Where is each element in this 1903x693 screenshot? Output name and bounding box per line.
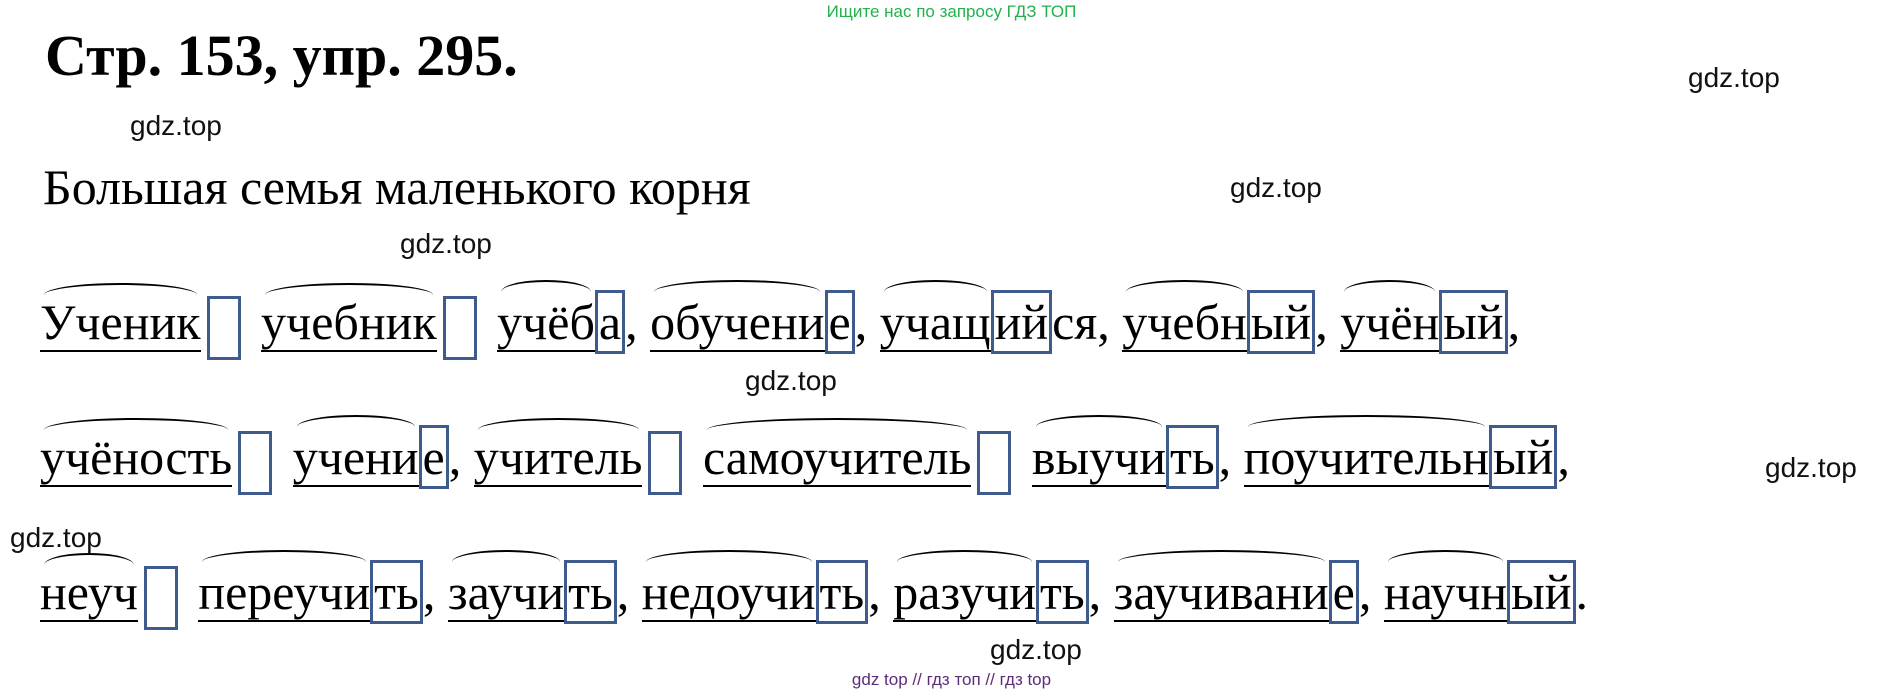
punctuation: .	[1575, 564, 1589, 620]
parsed-word: учебник	[261, 283, 485, 360]
parsed-word: заучивани е,	[1113, 550, 1372, 624]
root-arc-mark	[1126, 280, 1244, 304]
root-arc-mark	[1117, 550, 1325, 574]
punctuation: ,	[448, 429, 462, 485]
watermark: gdz.top	[990, 634, 1082, 665]
postfix: ся	[1052, 294, 1098, 350]
parsed-word: недоучи ть,	[641, 550, 881, 624]
word-ending-box: ый	[1507, 560, 1576, 624]
root-arc-mark	[1387, 550, 1503, 574]
root-arc-mark	[44, 283, 197, 307]
root-arc-mark	[296, 415, 415, 439]
parsed-word: учитель	[473, 418, 691, 495]
root-arc-mark	[897, 550, 1033, 574]
punctuation: ,	[1507, 294, 1521, 350]
watermark: gdz.top	[1230, 172, 1322, 203]
parsed-word: научн ый.	[1383, 550, 1589, 624]
parsed-word: учёб а,	[497, 280, 638, 354]
root-arc-mark	[265, 283, 434, 307]
punctuation: ,	[1097, 294, 1110, 350]
root-arc-mark	[44, 418, 228, 442]
word-ending-box: ть	[1036, 560, 1089, 624]
root-arc-mark	[645, 550, 812, 574]
parsed-word: Ученик	[40, 283, 249, 360]
parsed-word: учебн ый,	[1122, 280, 1328, 354]
top-note: Ищите нас по запросу ГДЗ ТОП	[826, 2, 1077, 21]
root-arc-mark	[501, 280, 592, 304]
punctuation: ,	[1358, 564, 1372, 620]
root-arc-mark	[451, 550, 560, 574]
parsed-word: неуч	[40, 553, 186, 630]
punctuation: ,	[422, 564, 436, 620]
parsed-word: учащ ийся,	[879, 280, 1110, 354]
word-ending-box: ый	[1488, 425, 1558, 489]
watermark: gdz.top	[400, 228, 492, 259]
parsed-word: учени е,	[292, 415, 462, 489]
punctuation: ,	[625, 294, 638, 350]
word-ending-box: ий	[990, 290, 1053, 354]
root-arc-mark	[1247, 415, 1485, 439]
bottom-note: gdz top // гдз топ // гдз top	[851, 670, 1052, 689]
zero-ending-box	[238, 430, 273, 495]
punctuation: ,	[868, 564, 881, 620]
zero-ending-box	[977, 430, 1012, 495]
parsed-word: учёность	[40, 418, 280, 495]
word-ending-box: ть	[370, 560, 423, 624]
watermark: gdz.top	[10, 522, 102, 553]
root-arc-mark	[654, 280, 821, 304]
parsed-word: учён ый,	[1340, 280, 1521, 354]
word-ending-box: ый	[1246, 290, 1316, 354]
zero-ending-box	[442, 295, 477, 360]
zero-ending-box	[648, 430, 683, 495]
parsed-word: переучи ть,	[198, 550, 436, 624]
root-arc-mark	[883, 280, 987, 304]
word-line-1: Ученик учебник учёб а, обучени е, учащ ийся…	[40, 280, 1521, 360]
punctuation: ,	[1315, 294, 1328, 350]
parsed-word: поучительн ый,	[1243, 415, 1570, 489]
watermark: gdz.top	[745, 365, 837, 396]
root-arc-mark	[477, 418, 639, 442]
parsed-word: выучи ть,	[1031, 415, 1232, 489]
page-heading: Стр. 153, упр. 295.	[45, 23, 518, 88]
word-ending-box: ть	[564, 560, 617, 624]
watermark: gdz.top	[130, 110, 222, 141]
zero-ending-box	[143, 565, 178, 630]
root-arc-mark	[202, 550, 367, 574]
punctuation: ,	[1557, 429, 1570, 485]
root-arc-mark	[706, 418, 967, 442]
exercise-title: Большая семья маленького корня	[43, 159, 751, 215]
word-ending-box: ть	[1166, 425, 1219, 489]
word-line-2: учёность учени е, учитель самоучитель выу…	[40, 415, 1570, 495]
parsed-word: заучи ть,	[447, 550, 630, 624]
word-ending-box: ый	[1439, 290, 1508, 354]
root-arc-mark	[44, 553, 134, 577]
word-line-3: неуч переучи ть, заучи ть, недоучи ть, разу…	[40, 550, 1589, 630]
word-ending-box: е	[1328, 560, 1359, 624]
parsed-word: обучени е,	[650, 280, 868, 354]
zero-ending-box	[206, 295, 241, 360]
root-arc-mark	[1035, 415, 1162, 439]
word-ending-box: е	[824, 290, 855, 354]
word-ending-box: е	[418, 425, 449, 489]
punctuation: ,	[1218, 429, 1232, 485]
word-ending-box: а	[594, 290, 626, 354]
root-arc-mark	[1344, 280, 1436, 304]
punctuation: ,	[854, 294, 868, 350]
watermark: gdz.top	[1765, 452, 1857, 483]
word-ending-box: ть	[815, 560, 869, 624]
parsed-word: разучи ть,	[893, 550, 1102, 624]
punctuation: ,	[616, 564, 630, 620]
punctuation: ,	[1088, 564, 1102, 620]
watermark: gdz.top	[1688, 62, 1780, 93]
parsed-word: самоучитель	[702, 418, 1019, 495]
